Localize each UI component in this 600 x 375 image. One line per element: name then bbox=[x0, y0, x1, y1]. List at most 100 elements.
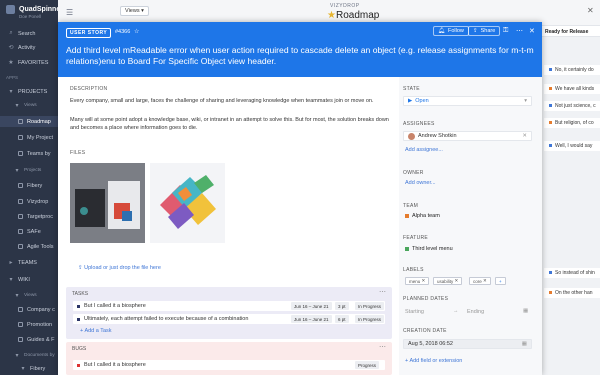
board-card[interactable]: Not just science, c bbox=[544, 101, 600, 111]
sidebar-item-my-project[interactable]: My Project bbox=[0, 132, 58, 143]
description-paragraph-2[interactable]: Many will at some point adopt a knowledg… bbox=[70, 117, 390, 132]
workspace-name: QuadSpinner bbox=[19, 6, 63, 13]
card-title: We have all kinds bbox=[555, 86, 595, 92]
lock-icon[interactable]: ⚿ bbox=[503, 27, 508, 35]
state-label: STATE bbox=[403, 86, 420, 92]
ending-input[interactable]: Ending bbox=[467, 309, 484, 315]
views-group[interactable]: ▾ Views bbox=[0, 100, 58, 111]
task-dates[interactable]: Jun 16 – June 21 bbox=[291, 302, 332, 310]
sidebar-teams[interactable]: ▸ TEAMS bbox=[0, 257, 58, 268]
card-title: Well, I would say bbox=[555, 143, 593, 149]
board-card[interactable]: Well, I would say bbox=[544, 141, 600, 151]
sidebar-item-agile-tools[interactable]: Agile Tools bbox=[0, 241, 58, 252]
sidebar-item-fibery[interactable]: Fibery bbox=[0, 180, 58, 191]
sidebar-wiki[interactable]: ▾ WIKI bbox=[0, 274, 58, 285]
chevron-down-icon: ▾ bbox=[15, 293, 19, 299]
close-icon[interactable]: ✕ bbox=[587, 6, 594, 15]
activity-icon: ⟲ bbox=[8, 45, 14, 51]
add-task-link[interactable]: + Add a Task bbox=[80, 328, 112, 334]
remove-icon[interactable]: ✕ bbox=[522, 133, 527, 139]
board-column-header: Ready for Release bbox=[542, 26, 600, 37]
planned-dates-field[interactable]: Starting → Ending ▦ bbox=[403, 306, 532, 317]
documents-group[interactable]: ▾ Documents by bbox=[0, 350, 58, 361]
file-thumbnail-2[interactable] bbox=[150, 163, 225, 243]
sidebar-item-company[interactable]: Company c bbox=[0, 304, 58, 315]
add-owner-link[interactable]: Add owner... bbox=[405, 180, 436, 186]
task-points[interactable]: 3 pt bbox=[335, 302, 349, 310]
sidebar-item-guides[interactable]: Guides & F bbox=[0, 334, 58, 345]
add-assignee-link[interactable]: Add assignee... bbox=[405, 147, 443, 153]
tasks-panel: TASKS ⋯ But I called it a biosphere Jun … bbox=[66, 287, 392, 339]
sidebar-item-fibery-2[interactable]: ▾ Fibery bbox=[0, 363, 58, 374]
label-tag[interactable]: core ✕ bbox=[469, 277, 491, 285]
task-status[interactable]: In Progress bbox=[355, 302, 385, 310]
chevron-down-icon: ▾ bbox=[15, 353, 19, 359]
star-icon[interactable]: ★ bbox=[327, 10, 336, 21]
close-icon[interactable]: ✕ bbox=[529, 27, 535, 35]
assignee-field[interactable]: Andrew Shotkin ✕ bbox=[403, 131, 532, 141]
bug-status[interactable]: Progress bbox=[355, 361, 380, 369]
file-thumbnail-1[interactable] bbox=[70, 163, 145, 243]
workspace-switcher[interactable]: QuadSpinner bbox=[6, 5, 63, 14]
more-icon[interactable]: ⋯ bbox=[516, 27, 523, 35]
sidebar: QuadSpinner Doe Ponell ⌕ Search ⟲ Activity… bbox=[0, 0, 63, 375]
tasks-more-icon[interactable]: ⋯ bbox=[379, 288, 386, 296]
sidebar-item-vizydrop[interactable]: Vizydrop bbox=[0, 196, 58, 207]
task-row[interactable]: But I called it a biosphere Jun 16 – Jun… bbox=[73, 301, 385, 311]
fields-panel: STATE ▶ Open ▾ ASSIGNEES Andrew Shotkin ✕ A… bbox=[399, 77, 542, 375]
state-icon: ▶ bbox=[408, 98, 413, 104]
entity-title[interactable]: Add third level mReadable error when use… bbox=[66, 45, 536, 67]
add-label-button[interactable]: + bbox=[495, 277, 506, 285]
bug-row[interactable]: But I called it a biosphere Progress bbox=[73, 360, 385, 370]
bugs-more-icon[interactable]: ⋯ bbox=[379, 343, 386, 351]
share-button[interactable]: ⇪ Share bbox=[468, 26, 501, 36]
search-icon: ⌕ bbox=[9, 30, 13, 36]
task-dates[interactable]: Jun 16 – June 21 bbox=[291, 315, 332, 323]
task-row[interactable]: Ultimately, each attempt failed to execu… bbox=[73, 314, 385, 324]
sidebar-search[interactable]: ⌕ Search bbox=[0, 28, 58, 39]
card-color-icon bbox=[549, 68, 552, 72]
views-dropdown[interactable]: Views ▾ bbox=[120, 6, 149, 16]
follow-button[interactable]: 🔔︎ Follow bbox=[433, 26, 469, 36]
board-card[interactable]: But religion, of co bbox=[544, 118, 600, 128]
views-label: Views bbox=[125, 8, 140, 14]
label-tag[interactable]: usability ✕ bbox=[433, 277, 463, 285]
state-field[interactable]: ▶ Open ▾ bbox=[403, 96, 532, 106]
board-card[interactable]: So instead of shin bbox=[544, 268, 600, 278]
board-card[interactable]: We have all kinds bbox=[544, 84, 600, 94]
card-color-icon bbox=[549, 121, 552, 125]
task-points[interactable]: 6 pt bbox=[335, 315, 349, 323]
projects-group[interactable]: ▾ Projects bbox=[0, 165, 58, 176]
sidebar-item-roadmap[interactable]: Roadmap bbox=[0, 116, 58, 127]
feature-value[interactable]: Third level menu bbox=[405, 246, 453, 252]
calendar-icon[interactable]: ▦ bbox=[523, 308, 528, 314]
team-value[interactable]: Alpha team bbox=[405, 213, 440, 219]
menu-icon[interactable]: ☰ bbox=[66, 8, 73, 17]
sidebar-projects[interactable]: ▾ PROJECTS bbox=[0, 86, 58, 97]
board-card[interactable]: On the other han bbox=[544, 288, 600, 298]
feature-label: FEATURE bbox=[403, 235, 429, 241]
wiki-views-group[interactable]: ▾ Views bbox=[0, 290, 58, 301]
project-icon bbox=[18, 229, 23, 234]
geometric-image bbox=[150, 163, 225, 243]
starting-input[interactable]: Starting bbox=[405, 309, 424, 315]
sidebar-activity[interactable]: ⟲ Activity bbox=[0, 42, 58, 53]
view-icon bbox=[18, 151, 23, 156]
sidebar-item-targetprocess[interactable]: Targetproc bbox=[0, 211, 58, 222]
label-tag[interactable]: menu ✕ bbox=[405, 277, 430, 285]
sidebar-item-teams-by[interactable]: Teams by bbox=[0, 148, 58, 159]
favorite-star-icon[interactable]: ☆ bbox=[134, 28, 139, 35]
entity-modal: USER STORY #4366 ☆ 🔔︎ Follow ⇪ Share ⚿ ⋯ ✕… bbox=[58, 22, 542, 375]
view-icon bbox=[18, 135, 23, 140]
add-field-link[interactable]: + Add field or extension bbox=[405, 358, 462, 364]
upload-link[interactable]: ⇪ Upload or just drop the file here bbox=[78, 265, 161, 271]
entity-type-badge[interactable]: USER STORY bbox=[66, 28, 112, 38]
board-card[interactable]: No, it certainly do bbox=[544, 65, 600, 75]
sidebar-item-promotions[interactable]: Promotion bbox=[0, 319, 58, 330]
description-paragraph-1[interactable]: Every company, small and large, faces th… bbox=[70, 98, 390, 106]
sidebar-favorites[interactable]: ★ FAVORITES bbox=[0, 57, 58, 68]
task-status[interactable]: In Progress bbox=[355, 315, 385, 323]
files-label: FILES bbox=[70, 150, 86, 156]
sidebar-item-safe[interactable]: SAFe bbox=[0, 226, 58, 237]
view-icon bbox=[18, 337, 23, 342]
